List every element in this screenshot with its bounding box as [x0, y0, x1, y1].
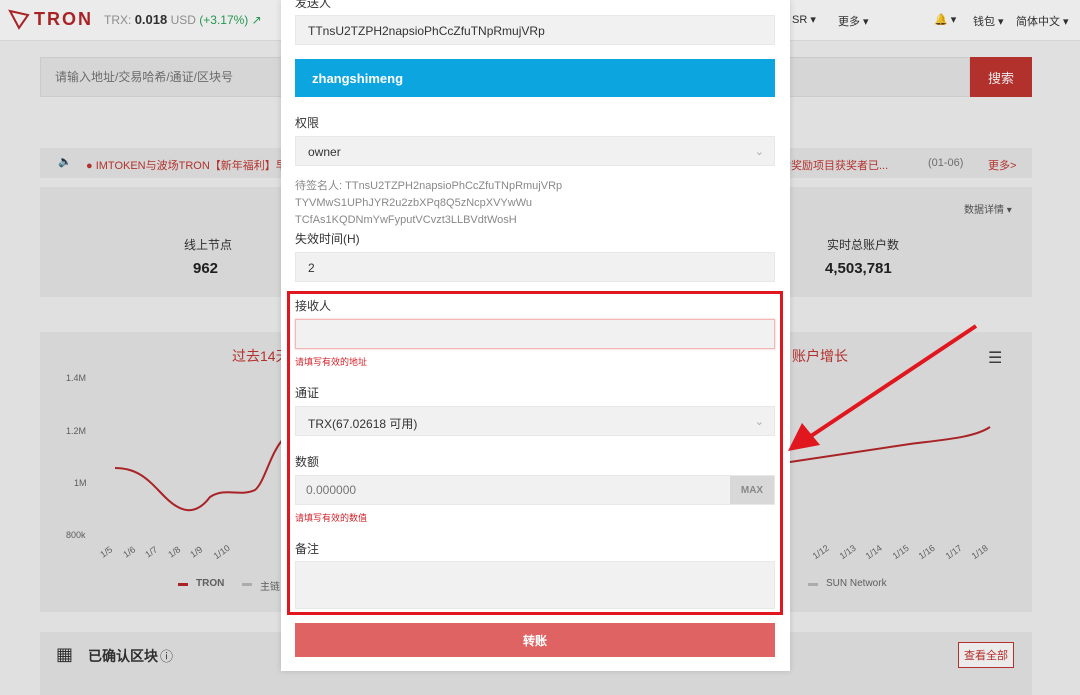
signer-address: TTnsU2TZPH2napsioPhCcZfuTNpRmujVRp: [345, 180, 563, 192]
chevron-down-icon: ⌄: [754, 146, 764, 158]
from-field[interactable]: TTnsU2TZPH2napsioPhCcZfuTNpRmujVRp: [295, 15, 775, 45]
from-label: 发送人: [295, 0, 332, 10]
signer-address: TYVMwS1UPhJYR2u2zbXPq8Q5zNcpXVYwWu: [295, 197, 533, 209]
expiry-field[interactable]: 2: [295, 252, 775, 282]
permission-value: owner: [308, 145, 341, 159]
account-name-button[interactable]: zhangshimeng: [295, 59, 775, 97]
annotation-arrow-icon: [788, 324, 978, 451]
permission-select[interactable]: owner ⌄: [295, 136, 775, 166]
transfer-button[interactable]: 转账: [295, 623, 775, 657]
from-value: TTnsU2TZPH2napsioPhCcZfuTNpRmujVRp: [308, 24, 545, 38]
expiry-value: 2: [308, 261, 315, 275]
permission-label: 权限: [295, 116, 320, 130]
expiry-label: 失效时间(H): [295, 232, 360, 246]
pending-signers: 待签名人: TTnsU2TZPH2napsioPhCcZfuTNpRmujVRp…: [295, 178, 562, 229]
signers-label: 待签名人:: [295, 180, 343, 192]
signer-address: TCfAs1KQDNmYwFyputVCvzt3LLBVdtWosH: [295, 214, 517, 226]
annotation-highlight-box: [287, 291, 783, 615]
